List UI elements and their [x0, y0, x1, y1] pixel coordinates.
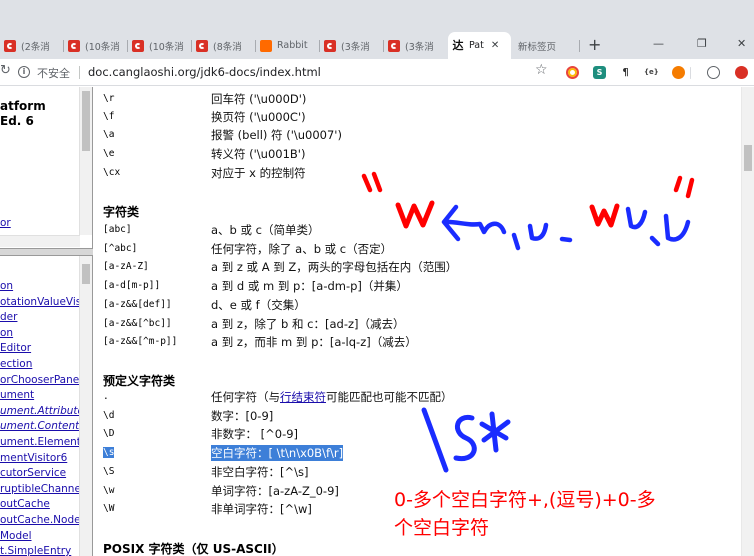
blue-u-stroke: [625, 206, 691, 247]
blue-asterisk-stroke: [479, 411, 511, 453]
red-quote-mark: [673, 175, 695, 199]
blue-arrow-stroke: [441, 204, 573, 251]
handwriting-overlay: [361, 171, 695, 473]
blue-backslash-stroke: [421, 407, 449, 473]
red-quote-mark: [361, 171, 383, 193]
red-w-stroke: [589, 203, 620, 228]
annotation-note-line2: 个空白字符: [394, 517, 490, 539]
red-w-stroke: [395, 200, 435, 229]
blue-s-stroke: [453, 414, 477, 462]
annotation-note-line1: 0-多个空白字符+,(逗号)+0-多: [394, 489, 656, 511]
